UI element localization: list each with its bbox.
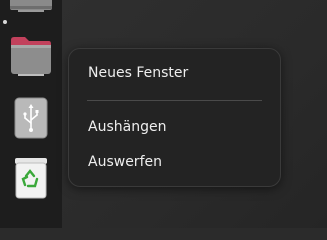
folder-icon[interactable] — [8, 36, 54, 78]
context-menu: Neues Fenster Aushängen Auswerfen — [68, 48, 281, 187]
menu-item-unmount[interactable]: Aushängen — [70, 112, 279, 142]
menu-item-new-window[interactable]: Neues Fenster — [70, 58, 279, 88]
running-indicator — [3, 20, 7, 24]
dock — [0, 0, 62, 228]
trash-icon[interactable] — [13, 157, 49, 199]
menu-item-eject[interactable]: Auswerfen — [70, 147, 279, 177]
folder-icon[interactable] — [8, 0, 54, 16]
menu-separator — [87, 100, 262, 101]
usb-drive-icon[interactable] — [14, 97, 48, 139]
